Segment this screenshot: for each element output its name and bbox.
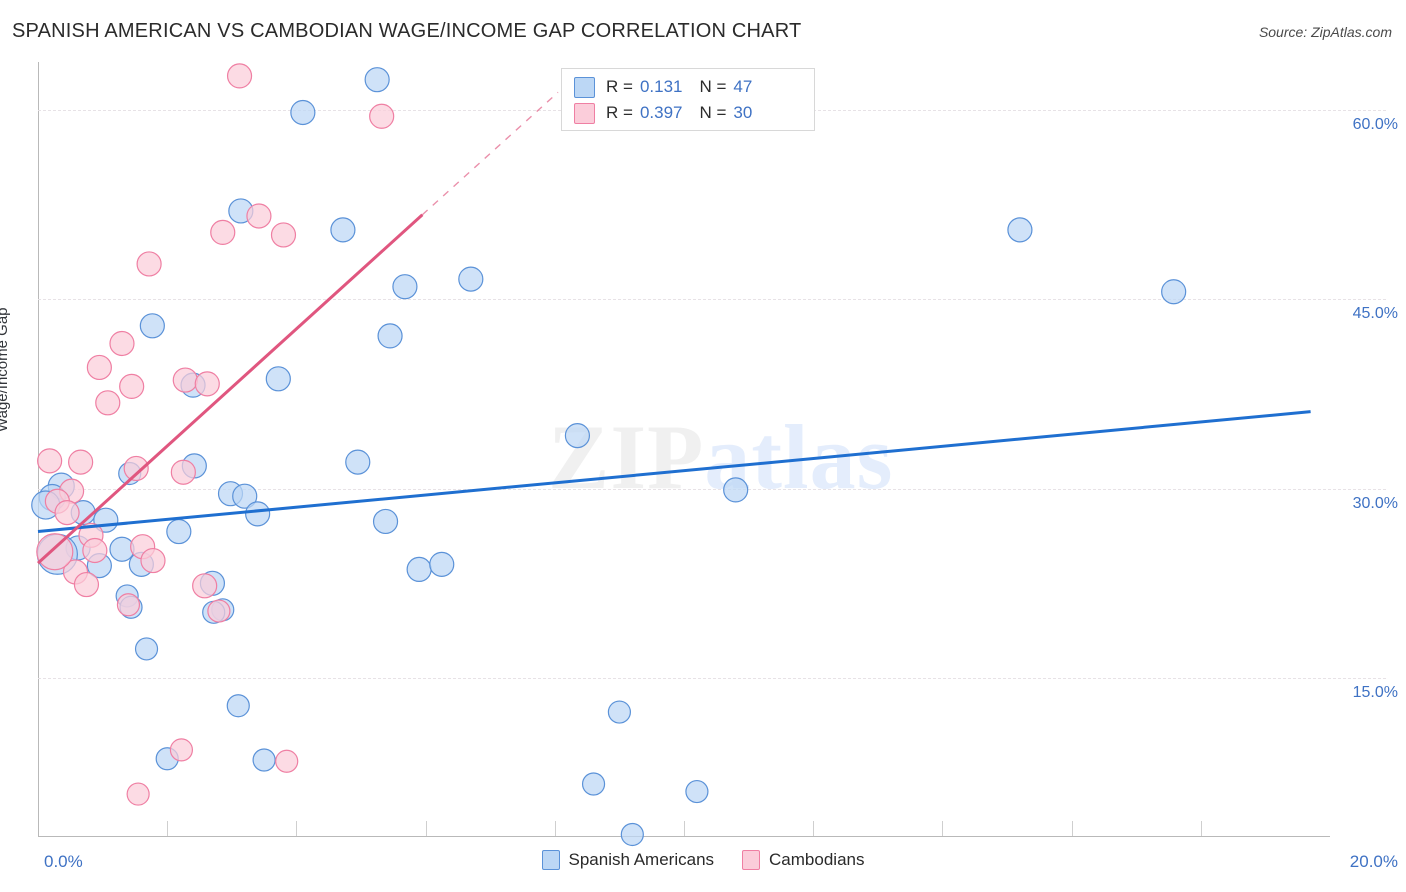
- legend-swatch-cambodians: [742, 850, 761, 870]
- data-point[interactable]: [1161, 279, 1187, 305]
- data-point[interactable]: [68, 449, 94, 475]
- data-point[interactable]: [270, 222, 297, 248]
- data-point[interactable]: [364, 67, 390, 93]
- stats-r-label-pink: R =: [606, 103, 633, 122]
- data-point[interactable]: [607, 700, 632, 724]
- legend-label-spanish-americans: Spanish Americans: [568, 850, 715, 869]
- stats-row-cambodians: R = 0.397 N = 30: [574, 100, 752, 126]
- stats-row-spanish-americans: R = 0.131 N = 47: [574, 74, 752, 100]
- data-point[interactable]: [170, 459, 196, 485]
- data-point[interactable]: [246, 203, 272, 229]
- stats-r-label-blue: R =: [606, 77, 633, 96]
- stats-r-value-pink: 0.397: [639, 103, 683, 122]
- data-point[interactable]: [54, 500, 80, 526]
- data-point[interactable]: [1007, 217, 1033, 243]
- data-point[interactable]: [139, 313, 165, 339]
- series-cambodians: [36, 63, 395, 806]
- data-point[interactable]: [95, 390, 121, 416]
- data-point[interactable]: [458, 266, 484, 292]
- data-point[interactable]: [581, 772, 606, 796]
- data-point[interactable]: [226, 694, 250, 718]
- stats-swatch-blue: [574, 76, 595, 98]
- data-point[interactable]: [166, 518, 192, 545]
- data-point[interactable]: [406, 556, 432, 583]
- legend-label-cambodians: Cambodians: [769, 850, 865, 869]
- data-point[interactable]: [275, 749, 299, 773]
- data-point[interactable]: [36, 533, 74, 571]
- data-point[interactable]: [136, 251, 162, 277]
- data-point[interactable]: [194, 371, 220, 397]
- data-point[interactable]: [330, 217, 356, 243]
- stats-n-label-pink: N =: [699, 103, 727, 122]
- correlation-stats-box: R = 0.131 N = 47 R = 0.397 N = 30: [561, 68, 815, 131]
- data-point[interactable]: [134, 637, 159, 661]
- data-point[interactable]: [126, 782, 150, 806]
- trend-line-spanish-americans: [37, 410, 1311, 534]
- data-point[interactable]: [169, 738, 194, 762]
- data-point[interactable]: [429, 551, 455, 577]
- data-point[interactable]: [369, 103, 395, 129]
- data-point[interactable]: [210, 219, 236, 245]
- data-point[interactable]: [140, 547, 166, 574]
- data-point[interactable]: [723, 477, 749, 503]
- data-point[interactable]: [620, 822, 644, 847]
- data-point[interactable]: [392, 274, 418, 300]
- data-point[interactable]: [73, 571, 100, 598]
- trend-line-extension-cambodians: [421, 91, 559, 216]
- data-point[interactable]: [86, 354, 112, 381]
- data-point[interactable]: [265, 366, 291, 392]
- stats-swatch-pink: [574, 102, 595, 124]
- data-point[interactable]: [109, 330, 135, 357]
- stats-r-value-blue: 0.131: [639, 77, 683, 96]
- series-legend: Spanish Americans Cambodians: [0, 850, 1406, 870]
- data-point[interactable]: [372, 508, 399, 535]
- data-point[interactable]: [345, 449, 371, 475]
- data-point[interactable]: [245, 501, 271, 527]
- data-point[interactable]: [172, 367, 198, 393]
- stats-n-value-blue: 47: [733, 77, 753, 96]
- data-point[interactable]: [116, 593, 141, 617]
- stats-n-label-blue: N =: [699, 77, 727, 96]
- data-point[interactable]: [207, 599, 231, 623]
- data-point[interactable]: [252, 748, 276, 772]
- data-point[interactable]: [377, 323, 403, 349]
- data-point[interactable]: [226, 63, 253, 89]
- data-point[interactable]: [37, 448, 63, 474]
- data-point[interactable]: [290, 99, 316, 126]
- legend-item-cambodians[interactable]: Cambodians: [742, 850, 864, 870]
- data-point[interactable]: [119, 373, 145, 399]
- stats-n-value-pink: 30: [733, 103, 753, 122]
- scatter-plot-canvas: [31, 63, 1311, 847]
- data-point[interactable]: [564, 423, 591, 449]
- series-spanish-americans: [31, 67, 1187, 847]
- data-point[interactable]: [82, 537, 108, 564]
- data-point[interactable]: [192, 573, 218, 599]
- legend-item-spanish-americans[interactable]: Spanish Americans: [541, 850, 715, 870]
- legend-swatch-spanish-americans: [541, 850, 560, 870]
- trend-line-cambodians: [36, 213, 424, 565]
- data-point[interactable]: [685, 779, 709, 804]
